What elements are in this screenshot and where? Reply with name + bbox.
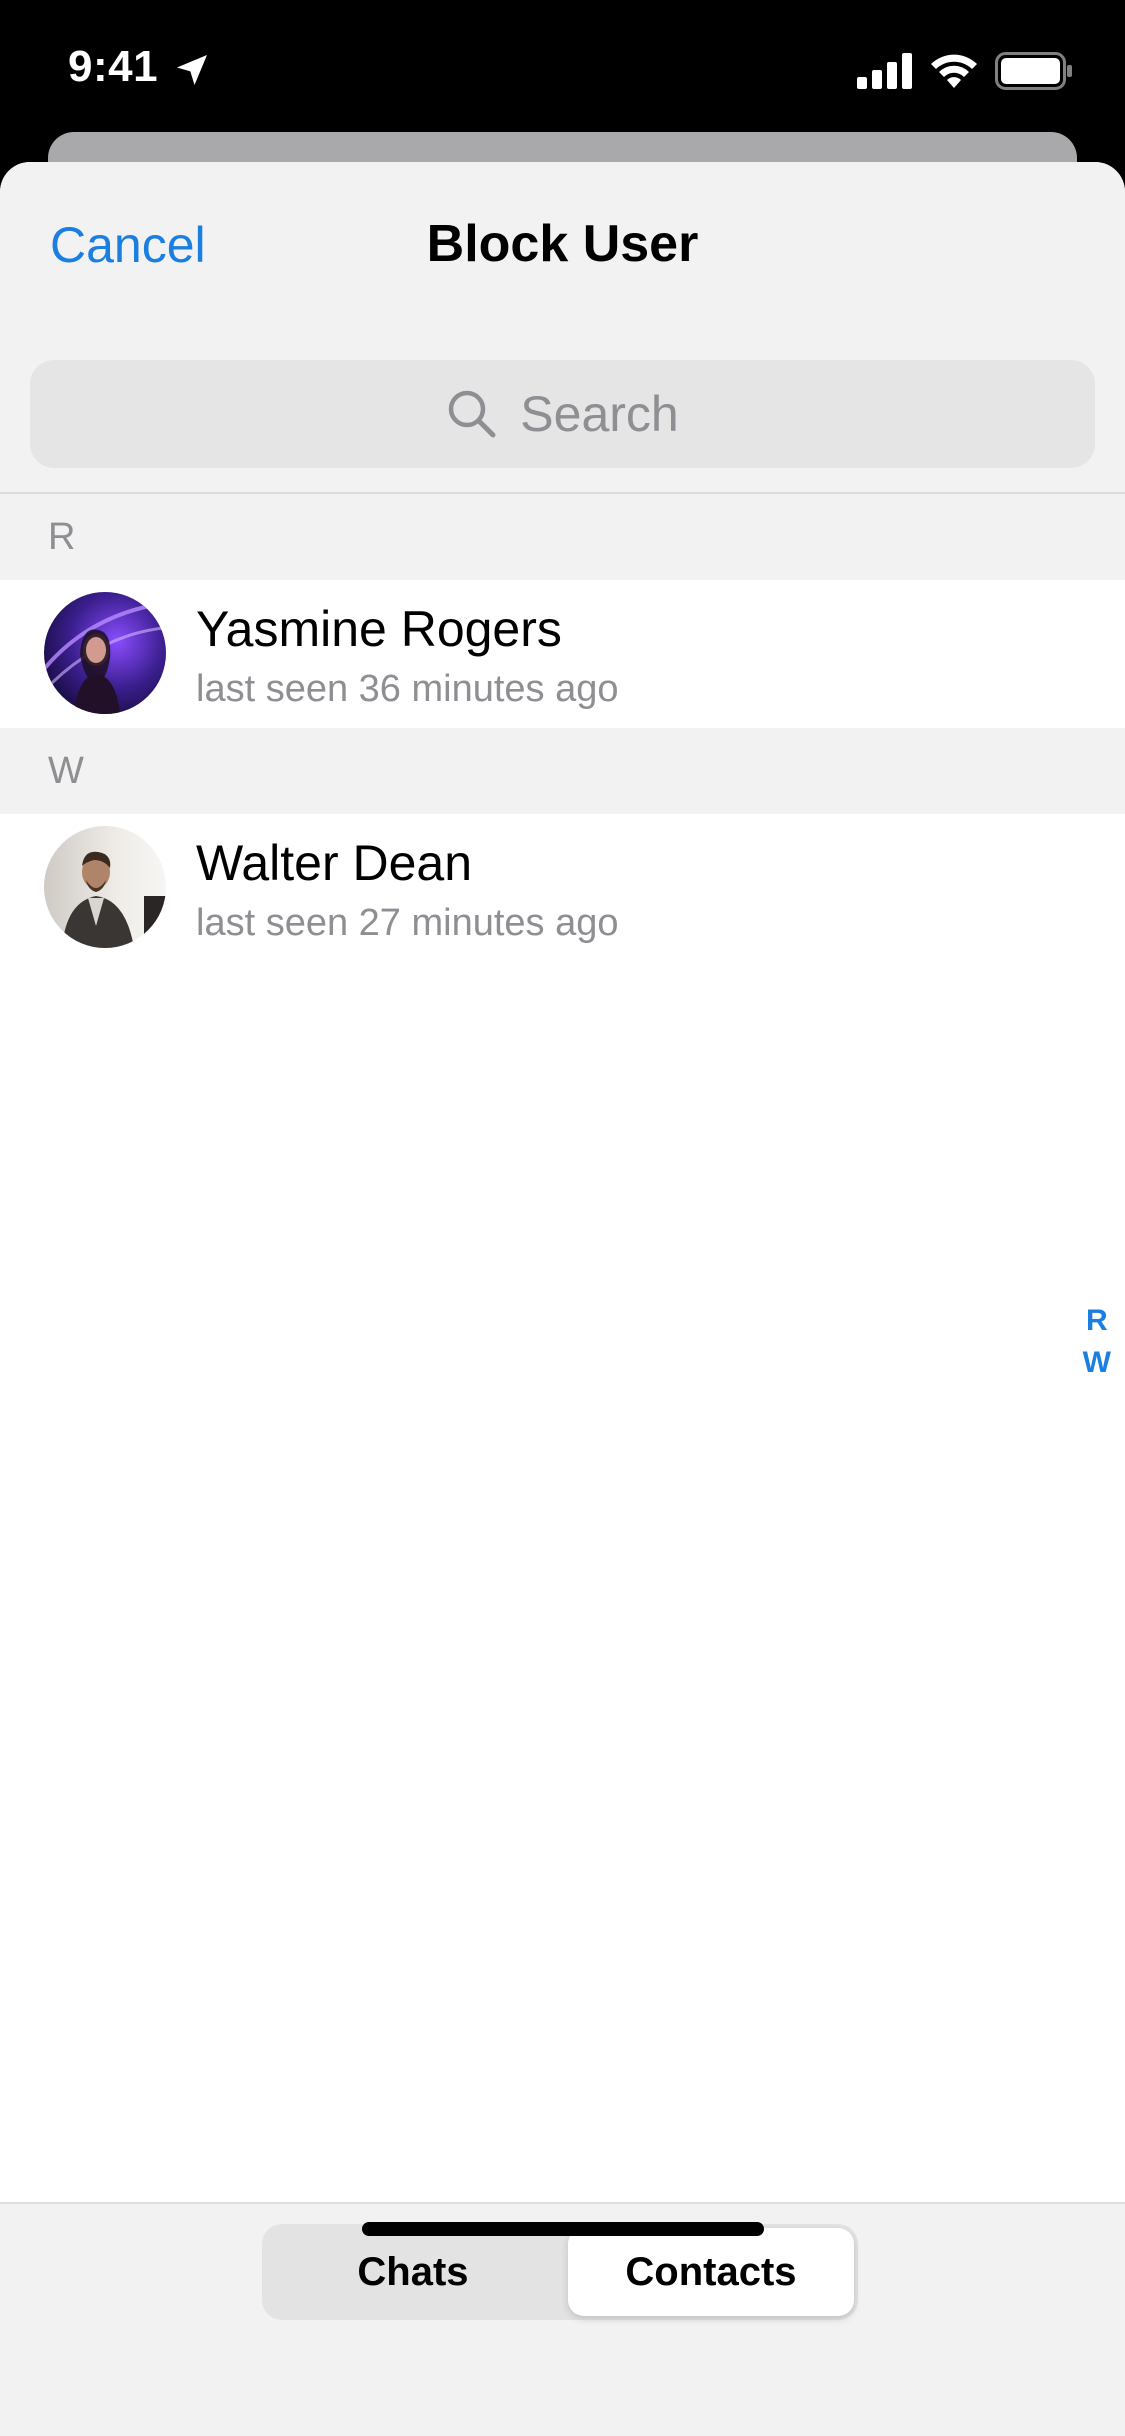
search-icon: [449, 390, 496, 438]
status-bar: 9:41: [0, 0, 1125, 135]
section-header-r: R: [0, 494, 1125, 580]
index-letter-r[interactable]: R: [1086, 1304, 1108, 1338]
page-title: Block User: [426, 215, 699, 273]
contact-row-walter-dean[interactable]: Walter Dean last seen 27 minutes ago: [0, 814, 1125, 962]
location-arrow-icon: [177, 55, 207, 85]
bottom-bar: Chats Contacts: [0, 2202, 1125, 2436]
cellular-signal-icon: [857, 53, 912, 89]
section-index: R W: [1083, 1304, 1111, 1380]
segmented-control: Chats Contacts: [262, 2224, 858, 2320]
wifi-icon: [931, 54, 977, 88]
contact-row-yasmine-rogers[interactable]: Yasmine Rogers last seen 36 minutes ago: [0, 580, 1125, 728]
avatar: [44, 826, 166, 948]
search-placeholder: Search: [520, 386, 679, 442]
battery-icon: [995, 52, 1072, 90]
home-indicator: [362, 2222, 764, 2236]
section-header-w: W: [0, 728, 1125, 814]
avatar: [44, 592, 166, 714]
search-input[interactable]: Search: [30, 360, 1095, 468]
contact-last-seen: last seen 27 minutes ago: [196, 902, 619, 944]
block-user-sheet: Cancel Block User Search R Yasmine Roger…: [0, 162, 1125, 2436]
segment-contacts[interactable]: Contacts: [568, 2228, 854, 2316]
contact-name: Yasmine Rogers: [196, 601, 562, 657]
contact-name: Walter Dean: [196, 835, 473, 891]
segment-chats[interactable]: Chats: [266, 2228, 560, 2316]
navigation-bar: Cancel Block User Search: [0, 162, 1125, 492]
contact-last-seen: last seen 36 minutes ago: [196, 668, 619, 710]
status-time: 9:41: [68, 42, 159, 91]
status-icons: [857, 52, 1073, 90]
index-letter-w[interactable]: W: [1083, 1346, 1111, 1380]
